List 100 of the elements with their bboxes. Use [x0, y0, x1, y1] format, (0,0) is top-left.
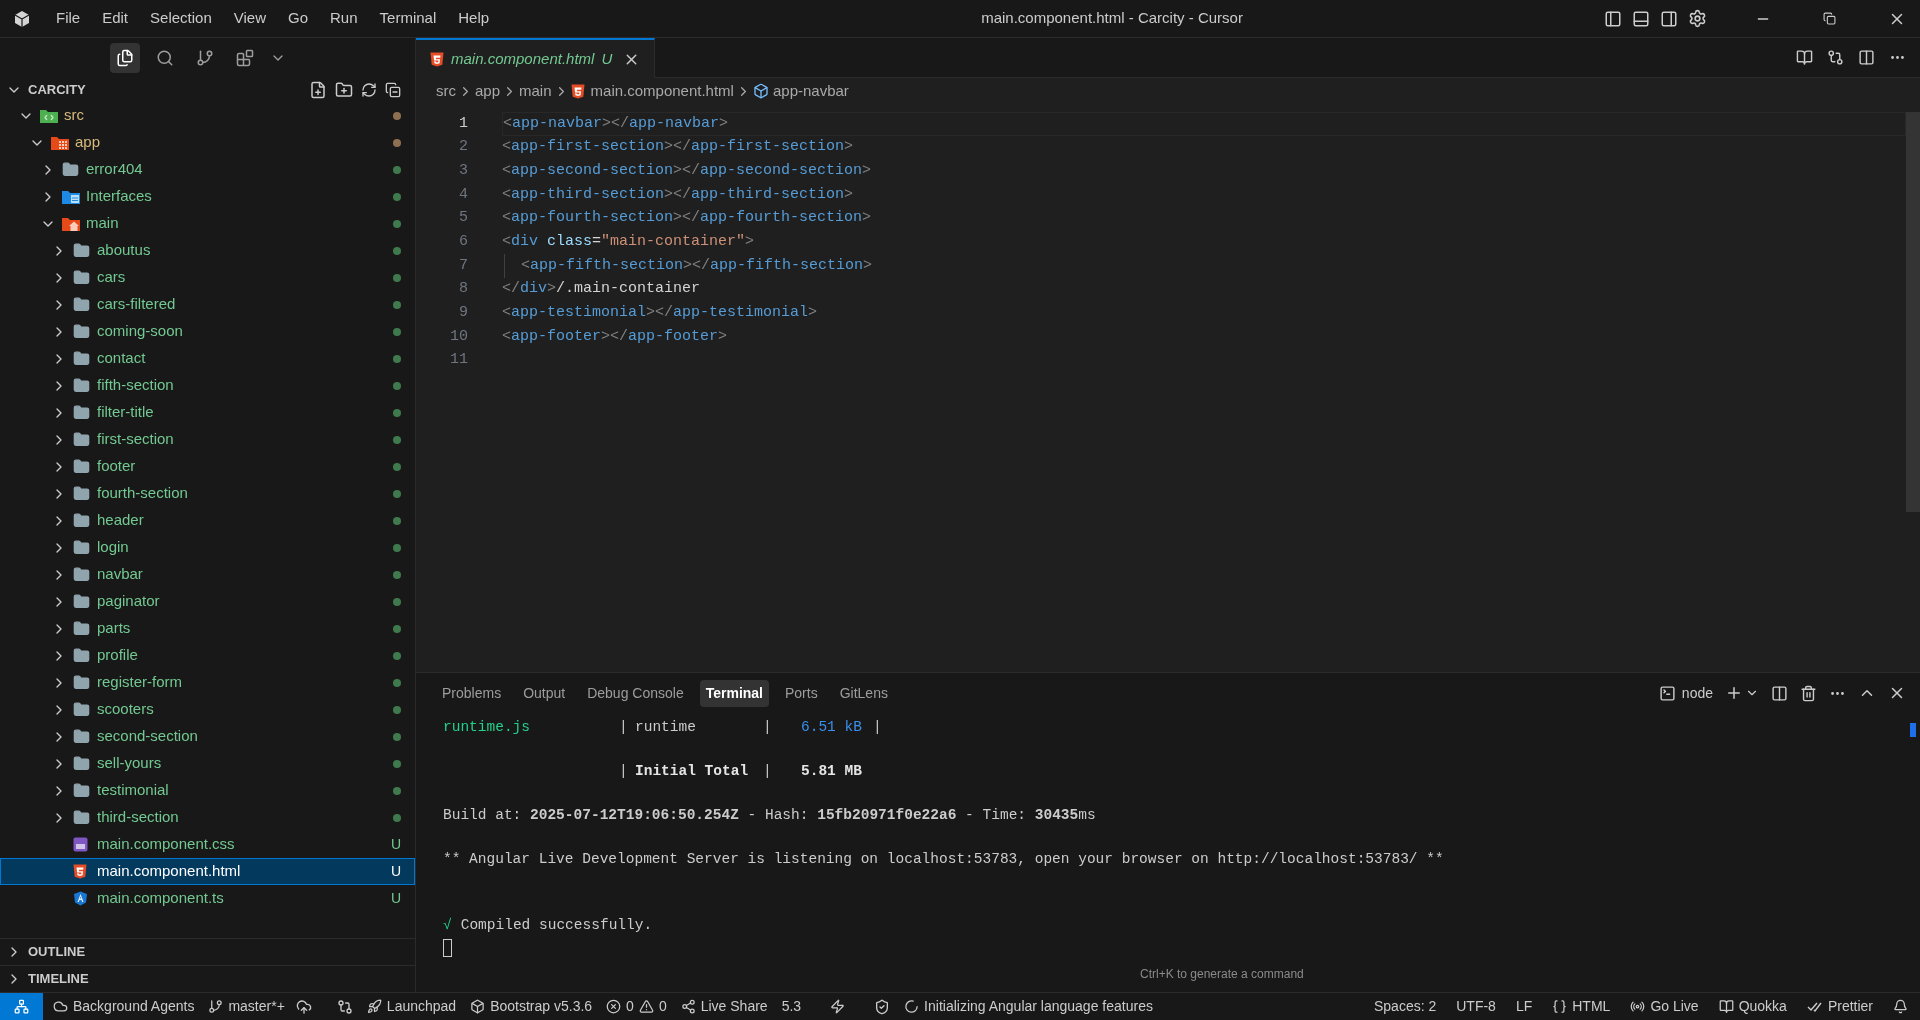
- compare-icon[interactable]: [1827, 49, 1844, 66]
- folder-row[interactable]: coming-soon: [0, 318, 415, 345]
- folder-row[interactable]: paginator: [0, 588, 415, 615]
- folder-row[interactable]: navbar: [0, 561, 415, 588]
- folder-row[interactable]: testimonial: [0, 777, 415, 804]
- panel-tab[interactable]: Terminal: [699, 679, 769, 707]
- menu-item[interactable]: Selection: [139, 7, 223, 30]
- folder-row[interactable]: error404: [0, 156, 415, 183]
- cloud-upload-icon[interactable]: [295, 998, 312, 1015]
- menu-item[interactable]: Help: [447, 7, 501, 30]
- settings-icon[interactable]: [1688, 9, 1707, 28]
- collapsed-section[interactable]: OUTLINE: [0, 938, 415, 965]
- status-item[interactable]: Prettier: [1827, 996, 1873, 1017]
- status-item[interactable]: master*+: [228, 996, 285, 1017]
- folder-row[interactable]: second-section: [0, 723, 415, 750]
- status-item[interactable]: Bootstrap v5.3.6: [490, 996, 593, 1017]
- file-row[interactable]: main.component.html U: [0, 858, 415, 885]
- editor-tab[interactable]: main.component.html U: [416, 38, 656, 78]
- status-item[interactable]: 5.3: [781, 996, 802, 1017]
- split-terminal-icon[interactable]: [1771, 684, 1788, 702]
- folder-row[interactable]: fourth-section: [0, 480, 415, 507]
- folder-row[interactable]: src: [0, 102, 415, 129]
- panel-tab[interactable]: Output: [517, 679, 572, 707]
- folder-row[interactable]: cars-filtered: [0, 291, 415, 318]
- view-tab[interactable]: [110, 43, 140, 73]
- folder-row[interactable]: sell-yours: [0, 750, 415, 777]
- folder-row[interactable]: contact: [0, 345, 415, 372]
- status-item[interactable]: HTML: [1572, 996, 1611, 1017]
- folder-row[interactable]: cars: [0, 264, 415, 291]
- folder-row[interactable]: scooters: [0, 696, 415, 723]
- breadcrumb[interactable]: src: [436, 79, 456, 103]
- panel-tab[interactable]: GitLens: [833, 679, 894, 707]
- folder-row[interactable]: first-section: [0, 426, 415, 453]
- split-editor-icon[interactable]: [1858, 49, 1875, 66]
- status-item[interactable]: Live Share: [700, 996, 768, 1017]
- error-count[interactable]: 0: [626, 996, 634, 1017]
- folder-row[interactable]: filter-title: [0, 399, 415, 426]
- folder-row[interactable]: register-form: [0, 669, 415, 696]
- item-name: fifth-section: [97, 375, 175, 396]
- folder-icon: [73, 755, 90, 772]
- folder-row[interactable]: app: [0, 129, 415, 156]
- new-folder-icon[interactable]: [335, 81, 353, 99]
- file-row[interactable]: main.component.css U: [0, 831, 415, 858]
- code-folder-icon: [40, 108, 58, 123]
- folder-row[interactable]: parts: [0, 615, 415, 642]
- breadcrumb[interactable]: app-navbar: [772, 79, 849, 103]
- status-item[interactable]: Go Live: [1650, 996, 1699, 1017]
- shield-check-icon[interactable]: [874, 998, 891, 1015]
- folder-row[interactable]: login: [0, 534, 415, 561]
- status-item[interactable]: Initializing Angular language features: [924, 996, 1153, 1017]
- folder-row[interactable]: Interfaces: [0, 183, 415, 210]
- status-item[interactable]: Quokka: [1738, 996, 1787, 1017]
- folder-row[interactable]: fifth-section: [0, 372, 415, 399]
- refresh-icon[interactable]: [361, 82, 377, 98]
- menu-item[interactable]: Edit: [91, 7, 140, 30]
- warning-count[interactable]: 0: [658, 996, 667, 1017]
- folder-row[interactable]: main: [0, 210, 415, 237]
- status-item[interactable]: Background Agents: [73, 996, 195, 1017]
- remote-button[interactable]: [0, 993, 43, 1020]
- cube-icon: [752, 83, 769, 99]
- status-item[interactable]: UTF-8: [1456, 996, 1496, 1017]
- scrollbar[interactable]: [1910, 723, 1916, 737]
- sidebar-toggle-icon[interactable]: [1604, 9, 1622, 28]
- breadcrumb[interactable]: main: [519, 79, 552, 103]
- menu-item[interactable]: Run: [319, 7, 369, 30]
- breadcrumb[interactable]: main.component.html: [590, 79, 734, 103]
- item-name: Interfaces: [86, 186, 153, 207]
- add-icon[interactable]: [1725, 684, 1743, 702]
- panel-tab[interactable]: Problems: [436, 679, 508, 707]
- side-panel-toggle-icon[interactable]: [1660, 9, 1678, 28]
- menu-item[interactable]: Go: [277, 7, 319, 30]
- graph-icon[interactable]: [336, 998, 353, 1015]
- home-folder-icon: [62, 216, 80, 231]
- folder-icon: [73, 485, 90, 502]
- menu-item[interactable]: View: [222, 7, 277, 30]
- folder-row[interactable]: footer: [0, 453, 415, 480]
- terminal-name[interactable]: node: [1681, 682, 1713, 704]
- restore-icon[interactable]: [1823, 12, 1836, 25]
- new-file-icon[interactable]: [309, 81, 327, 99]
- trash-icon[interactable]: [1800, 684, 1817, 702]
- panel-toggle-icon[interactable]: [1632, 9, 1650, 28]
- breadcrumb[interactable]: app: [475, 79, 501, 103]
- folder-row[interactable]: third-section: [0, 804, 415, 831]
- collapse-icon[interactable]: [385, 82, 401, 98]
- panel-tab[interactable]: Ports: [779, 679, 824, 707]
- menu-item[interactable]: Terminal: [368, 7, 448, 30]
- file-row[interactable]: main.component.ts U: [0, 885, 415, 912]
- menu-item[interactable]: File: [45, 7, 92, 30]
- folder-icon: [73, 728, 90, 745]
- folder-icon: [73, 350, 90, 367]
- panel-tab[interactable]: Debug Console: [581, 679, 690, 707]
- status-item[interactable]: Spaces: 2: [1373, 996, 1437, 1017]
- folder-row[interactable]: aboutus: [0, 237, 415, 264]
- status-item[interactable]: Launchpad: [386, 996, 457, 1017]
- folder-row[interactable]: header: [0, 507, 415, 534]
- folder-row[interactable]: profile: [0, 642, 415, 669]
- book-icon[interactable]: [1796, 49, 1813, 66]
- bell-icon[interactable]: [1893, 999, 1908, 1014]
- lightning-icon[interactable]: [830, 999, 846, 1014]
- status-item[interactable]: LF: [1515, 996, 1533, 1017]
